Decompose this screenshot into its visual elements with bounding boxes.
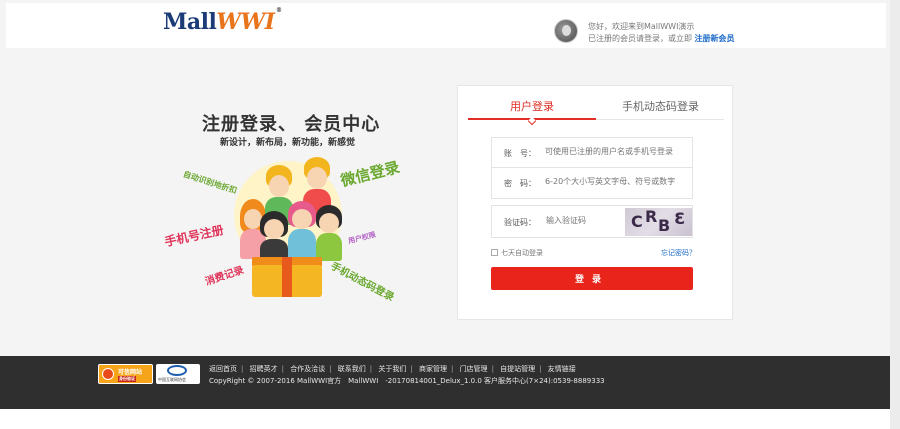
remember-checkbox[interactable] <box>491 249 498 256</box>
tag-phone-register: 手机号注册 <box>163 222 225 250</box>
cnnic-badge-label: 中国互联网协会 <box>158 377 186 382</box>
footer-separator: | <box>410 365 413 373</box>
captcha-char: C <box>631 212 644 231</box>
footer-link[interactable]: 商家管理 <box>419 365 447 373</box>
trust-seal-icon <box>102 368 114 380</box>
login-prompt-text: 已注册的会员请登录，或立即 <box>588 34 692 43</box>
tab-user-login[interactable]: 用户登录 <box>510 98 554 114</box>
login-panel: 用户登录 手机动态码登录 账 号： 密 码： 验证码： C R B 3 七天自动… <box>457 85 733 320</box>
footer-link[interactable]: 门店管理 <box>460 365 488 373</box>
cnnic-badge[interactable]: 中国互联网协会 <box>156 364 200 384</box>
trust-badge-subtitle: 身份验证 <box>118 376 136 382</box>
captcha-char: R <box>645 208 659 226</box>
footer-link[interactable]: 招聘英才 <box>250 365 278 373</box>
captcha-label: 验证码： <box>504 218 536 227</box>
footer-link[interactable]: 合作及洽谈 <box>290 365 325 373</box>
account-field: 账 号： <box>491 137 693 168</box>
person-head <box>319 213 339 233</box>
logo-registered-mark: ® <box>276 7 282 14</box>
remember-label: 七天自动登录 <box>501 249 543 257</box>
site-footer: 可信网站 身份验证 中国互联网协会 返回首页 | 招聘英才 | 合作及洽谈 | 联系我… <box>0 356 890 409</box>
bottom-whitespace <box>0 409 890 429</box>
avatar-icon <box>554 19 578 43</box>
trusted-site-badge[interactable]: 可信网站 身份验证 <box>98 364 153 384</box>
login-tabs: 用户登录 手机动态码登录 <box>468 86 724 126</box>
person-body <box>288 229 316 259</box>
logo-mall: Mall <box>163 9 217 35</box>
footer-separator: | <box>281 365 284 373</box>
password-label: 密 码： <box>504 179 536 188</box>
captcha-image[interactable]: C R B 3 <box>625 208 692 236</box>
login-button[interactable]: 登录 <box>491 267 693 290</box>
account-input[interactable] <box>545 147 690 156</box>
footer-separator: | <box>241 365 244 373</box>
person-head <box>307 167 327 189</box>
footer-links: 返回首页 | 招聘英才 | 合作及洽谈 | 联系我们 | 关于我们 | 商家管理 | 门店管… <box>209 364 576 374</box>
footer-separator: | <box>491 365 494 373</box>
footer-link[interactable]: 关于我们 <box>378 365 406 373</box>
footer-separator: | <box>539 365 542 373</box>
account-label: 账 号： <box>504 149 536 158</box>
person-head <box>264 219 284 239</box>
cnnic-logo-icon <box>167 365 187 376</box>
promo-banner: 注册登录、 会员中心 新设计，新布局，新功能，新感觉 微信登录 自动识别地折扣 … <box>160 105 420 305</box>
site-header: MallWWI ® 您好，欢迎来到MallWWI演示 已注册的会员请登录，或立即… <box>6 3 886 48</box>
logo-wwi: WWI <box>216 9 275 35</box>
footer-separator: | <box>450 365 454 373</box>
trust-badge-title: 可信网站 <box>118 369 143 376</box>
gift-ribbon <box>282 257 292 297</box>
password-field: 密 码： <box>491 168 693 199</box>
page-edge <box>890 0 900 429</box>
captcha-char: 3 <box>673 209 686 228</box>
captcha-field: 验证码： C R B 3 <box>491 205 693 238</box>
forgot-password-link[interactable]: 忘记密码？ <box>661 248 696 258</box>
welcome-box: 您好，欢迎来到MallWWI演示 已注册的会员请登录，或立即 注册新会员 <box>554 19 884 45</box>
register-link[interactable]: 注册新会员 <box>695 34 735 43</box>
captcha-char: B <box>658 216 672 235</box>
remember-me[interactable]: 七天自动登录 <box>491 248 543 258</box>
footer-link[interactable]: 自提站管理 <box>500 365 535 373</box>
promo-subtitle: 新设计，新布局，新功能，新感觉 <box>220 138 356 148</box>
tab-sms-login[interactable]: 手机动态码登录 <box>622 98 699 114</box>
person-head <box>292 209 312 229</box>
footer-link[interactable]: 返回首页 <box>209 365 237 373</box>
welcome-greeting: 您好，欢迎来到MallWWI演示 <box>588 22 695 31</box>
footer-copyright: CopyRight © 2007-2016 MallWWI官方 MallWWI … <box>209 377 605 385</box>
password-input[interactable] <box>545 177 690 186</box>
promo-title: 注册登录、 会员中心 <box>202 114 381 135</box>
welcome-login-prompt: 已注册的会员请登录，或立即 注册新会员 <box>588 33 735 44</box>
captcha-input[interactable] <box>546 216 621 225</box>
footer-link[interactable]: 联系我们 <box>338 365 366 373</box>
person-head <box>269 175 289 197</box>
footer-separator: | <box>369 365 373 373</box>
site-logo[interactable]: MallWWI ® <box>163 7 282 35</box>
footer-separator: | <box>329 365 332 373</box>
footer-link[interactable]: 友情链接 <box>548 365 576 373</box>
